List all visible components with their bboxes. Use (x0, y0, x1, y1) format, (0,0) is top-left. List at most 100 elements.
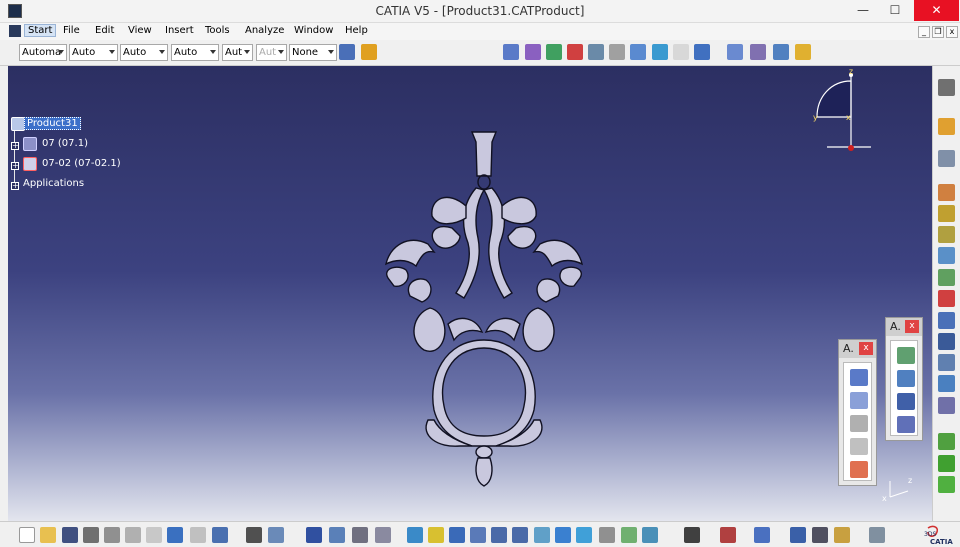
properties-brush-icon[interactable] (361, 44, 377, 60)
rotate-icon[interactable] (470, 527, 486, 543)
lock-icon[interactable] (834, 527, 850, 543)
menu-view[interactable]: View (128, 25, 152, 36)
snap-icon[interactable] (588, 44, 604, 60)
menu-tools[interactable]: Tools (205, 25, 230, 36)
menu-file[interactable]: File (63, 25, 80, 36)
tree-node-07-02[interactable]: 07-02 (07-02.1) (40, 158, 123, 169)
part-node-icon[interactable] (23, 137, 37, 151)
update-all-icon[interactable] (938, 455, 955, 472)
inertia-icon[interactable] (375, 527, 391, 543)
paste-icon[interactable] (146, 527, 162, 543)
minimize-button[interactable]: — (848, 0, 878, 21)
menu-analyze[interactable]: Analyze (245, 25, 284, 36)
floating-toolbar-close-button[interactable]: x (905, 320, 919, 333)
menu-insert[interactable]: Insert (165, 25, 194, 36)
distance-band-icon[interactable] (790, 527, 806, 543)
clash-analysis-icon[interactable] (812, 527, 828, 543)
product-icon[interactable] (525, 44, 541, 60)
layer-combo[interactable]: None (289, 44, 337, 61)
fly-mode-icon[interactable] (407, 527, 423, 543)
whats-this-icon[interactable] (212, 527, 228, 543)
tree-expander[interactable]: + (11, 142, 19, 150)
manage-representations-icon[interactable] (938, 354, 955, 371)
formula-icon[interactable] (246, 527, 262, 543)
weld-icon[interactable] (850, 369, 868, 386)
update-icon[interactable] (938, 433, 955, 450)
mdi-close-button[interactable]: x (946, 26, 958, 38)
capture-icon[interactable] (850, 438, 868, 455)
workbench-switch-icon[interactable] (754, 527, 770, 543)
document-icon[interactable] (9, 25, 21, 37)
new-part-icon[interactable] (938, 226, 955, 243)
multi-view-icon[interactable] (555, 527, 571, 543)
new-component-icon[interactable] (938, 184, 955, 201)
selection-filter-icon[interactable] (938, 150, 955, 167)
save-icon[interactable] (62, 527, 78, 543)
existing-component-icon[interactable] (938, 247, 955, 264)
view-annotation-icon[interactable] (850, 461, 868, 478)
menu-start[interactable]: Start (24, 24, 57, 37)
graph-tree-reordering-icon[interactable] (938, 290, 955, 307)
paperclip-icon[interactable] (609, 44, 625, 60)
component-icon[interactable] (546, 44, 562, 60)
normal-view-icon[interactable] (534, 527, 550, 543)
selective-load-icon[interactable] (938, 333, 955, 350)
comment-icon[interactable] (268, 527, 284, 543)
redo-icon[interactable] (190, 527, 206, 543)
rendering-style-combo[interactable]: Aut (256, 44, 287, 61)
floating-toolbar-close-button[interactable]: x (859, 342, 873, 355)
new-file-icon[interactable] (19, 527, 35, 543)
compass-origin[interactable] (848, 145, 854, 151)
text-annotation-icon[interactable] (850, 392, 868, 409)
close-button[interactable]: ✕ (914, 0, 959, 21)
catalog-icon[interactable] (795, 44, 811, 60)
3d-viewport[interactable]: Product31 + 07 (07.1) + 07-02 (07-02.1) … (8, 66, 932, 521)
distance-icon[interactable] (694, 44, 710, 60)
undo-icon[interactable] (167, 527, 183, 543)
table-icon[interactable] (306, 527, 322, 543)
compass[interactable]: z y x (803, 69, 883, 154)
maximize-button[interactable]: ☐ (880, 0, 910, 21)
color-combo[interactable]: Automa (19, 44, 67, 61)
explode-icon[interactable] (630, 44, 646, 60)
swap-space-icon[interactable] (642, 527, 658, 543)
zoom-in-icon[interactable] (491, 527, 507, 543)
zoom-out-icon[interactable] (512, 527, 528, 543)
floating-toolbar-header[interactable]: A. x (839, 340, 876, 358)
menu-edit[interactable]: Edit (95, 25, 114, 36)
open-folder-icon[interactable] (40, 527, 56, 543)
line-thickness-combo[interactable]: Auto (120, 44, 168, 61)
clash-icon[interactable] (652, 44, 668, 60)
line-type-combo[interactable]: Auto (171, 44, 219, 61)
refresh-icon[interactable] (869, 527, 885, 543)
knowledge-icon[interactable] (329, 527, 345, 543)
tree-node-root[interactable]: Product31 (24, 117, 81, 130)
print-icon[interactable] (83, 527, 99, 543)
tree-expander[interactable]: + (11, 182, 19, 190)
replace-component-icon[interactable] (938, 269, 955, 286)
copy-icon[interactable] (125, 527, 141, 543)
floating-toolbar-constraints[interactable]: A. x (885, 317, 923, 441)
isometric-view-icon[interactable] (576, 527, 592, 543)
transparency-combo[interactable]: Auto (69, 44, 118, 61)
manual-update-icon[interactable] (938, 476, 955, 493)
product-node-icon[interactable] (11, 117, 25, 131)
angle-constraint-icon[interactable] (897, 416, 915, 433)
new-product-icon[interactable] (938, 205, 955, 222)
tree-node-applications[interactable]: Applications (21, 178, 86, 189)
floating-toolbar-header[interactable]: A. x (886, 318, 922, 336)
menu-help[interactable]: Help (345, 25, 368, 36)
generate-numbering-icon[interactable] (938, 312, 955, 329)
mdi-restore-button[interactable]: ❐ (932, 26, 944, 38)
assembly-constraints-icon[interactable] (503, 44, 519, 60)
bill-of-material-icon[interactable] (727, 44, 743, 60)
contact-constraint-icon[interactable] (897, 370, 915, 387)
hide-show-icon[interactable] (621, 527, 637, 543)
tree-expander[interactable]: + (11, 162, 19, 170)
format-painter-icon[interactable] (339, 44, 355, 60)
menu-window[interactable]: Window (294, 25, 333, 36)
pan-icon[interactable] (449, 527, 465, 543)
fit-all-in-icon[interactable] (428, 527, 444, 543)
fit-all-icon[interactable] (773, 44, 789, 60)
tree-expansion-icon[interactable] (720, 527, 736, 543)
